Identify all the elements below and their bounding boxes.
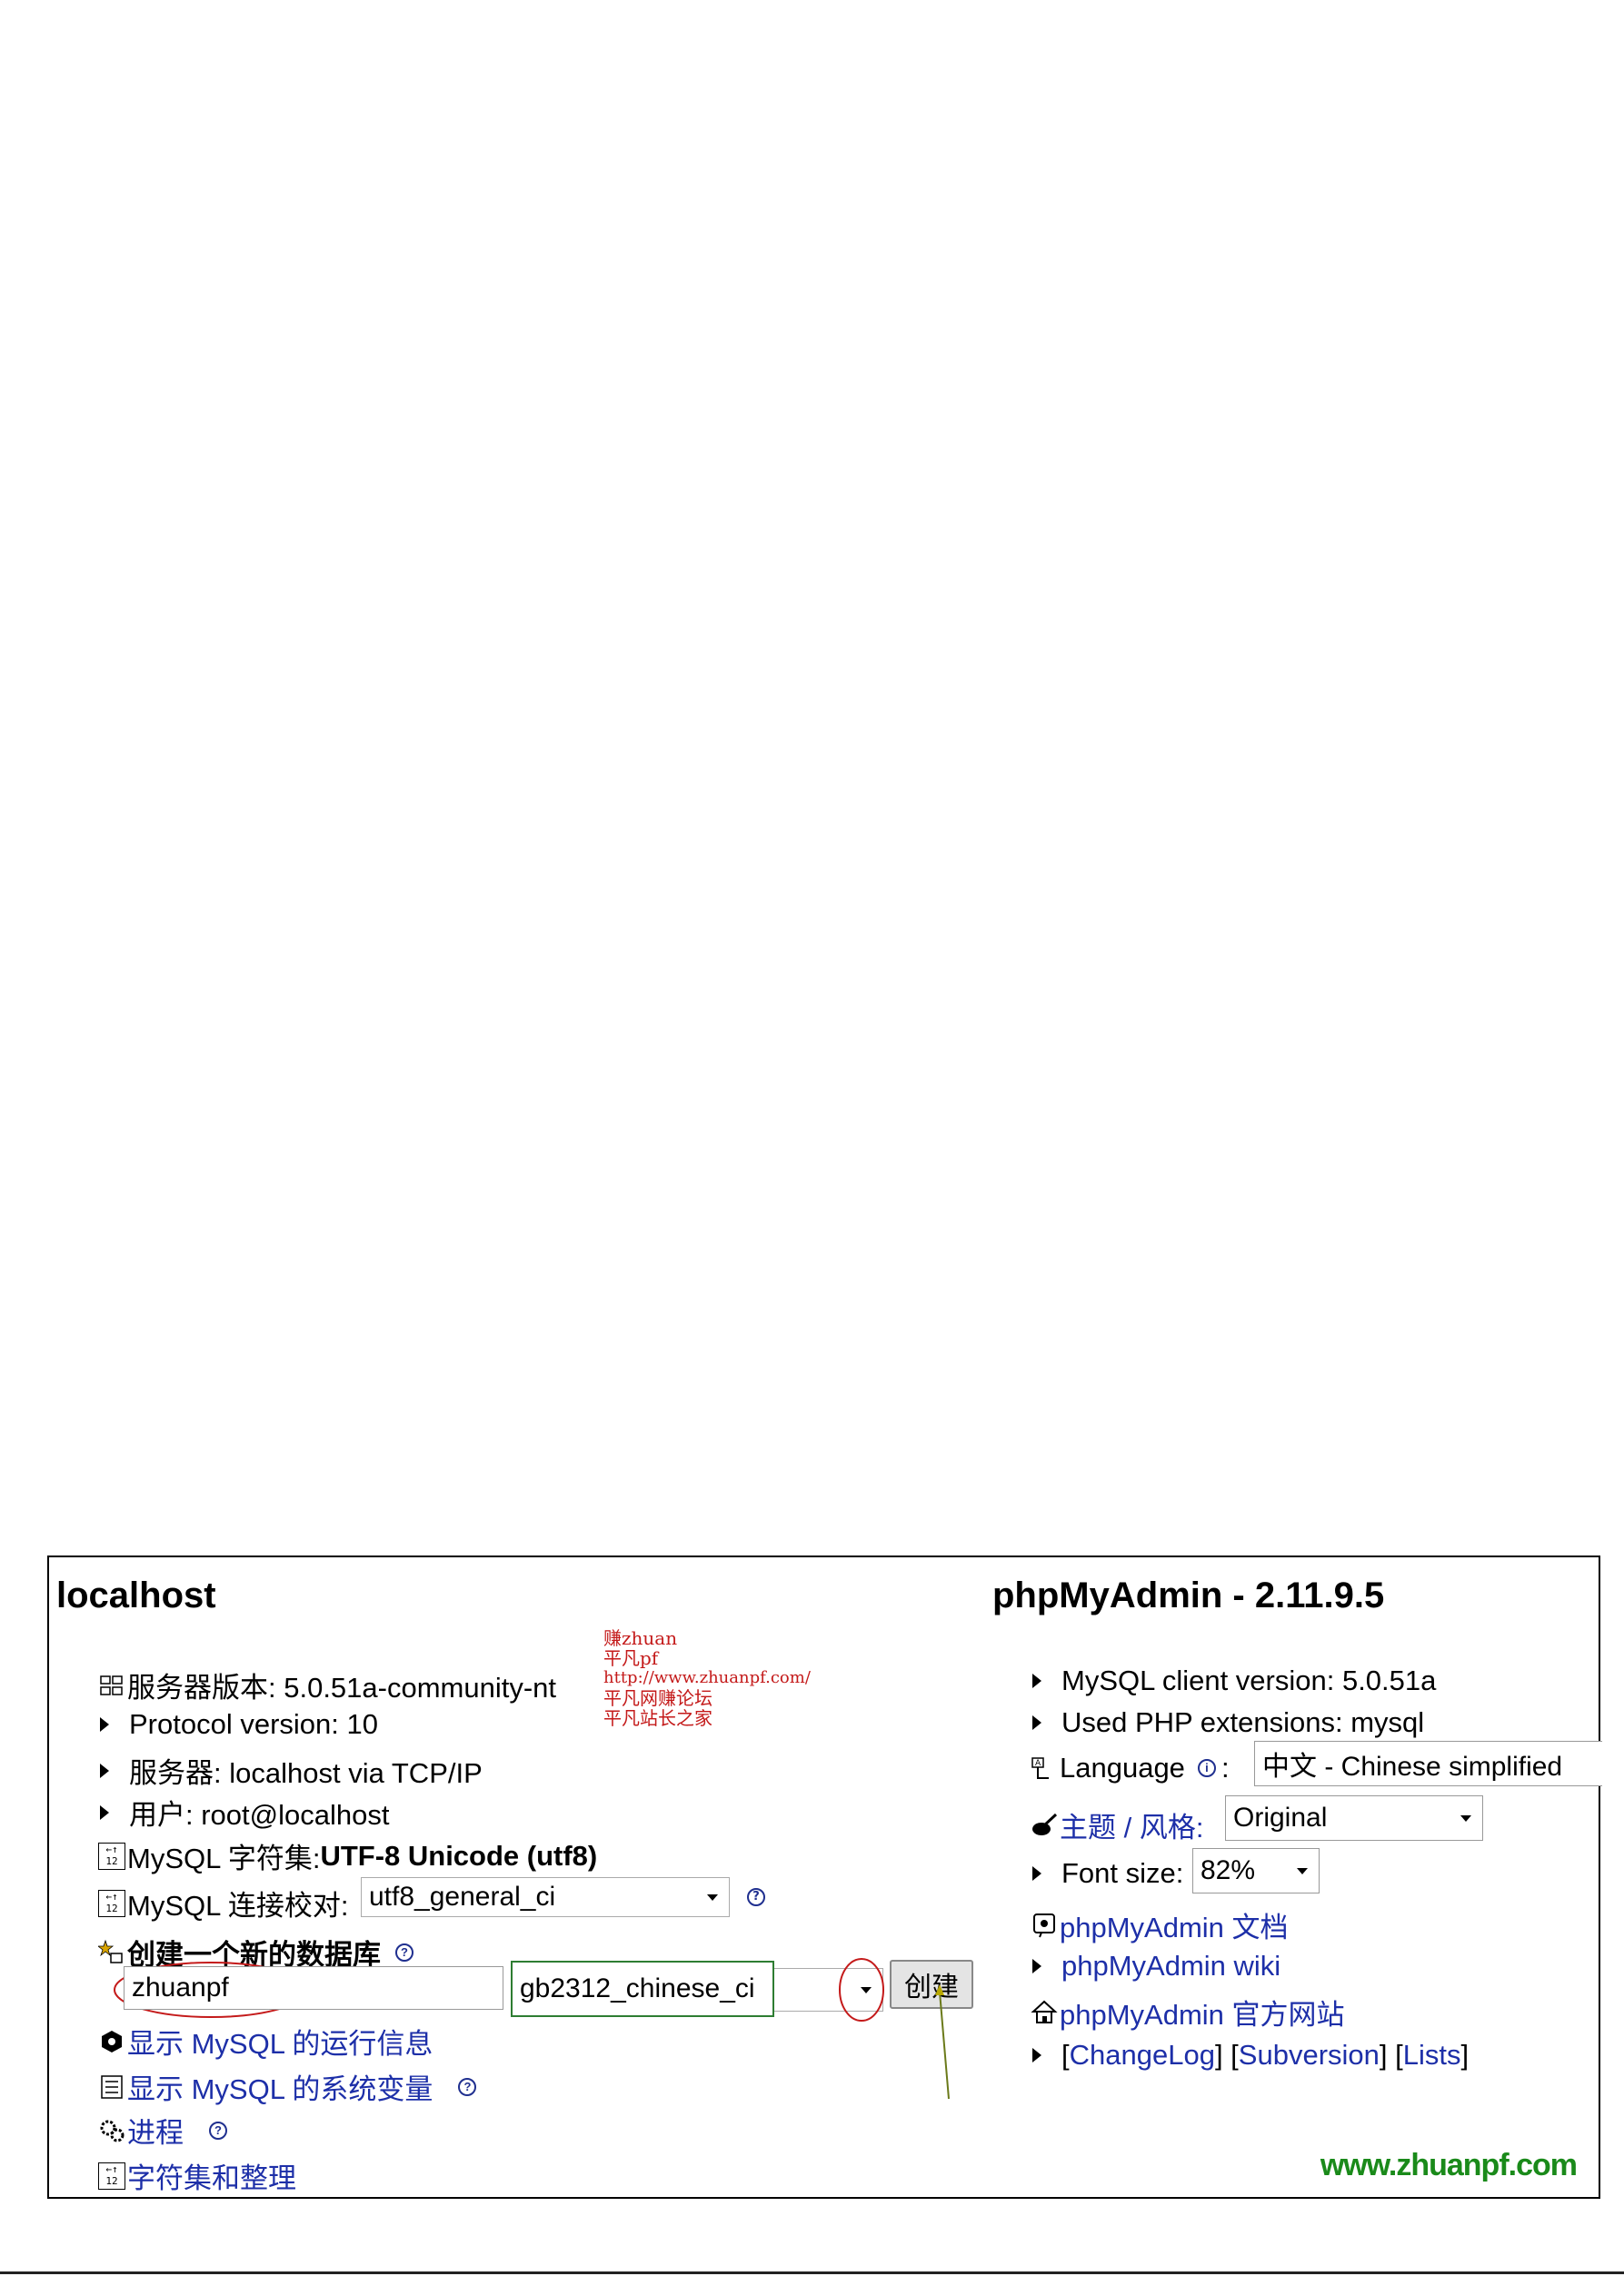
server-title: localhost bbox=[56, 1575, 216, 1615]
wiki-row[interactable]: phpMyAdmin wiki bbox=[1032, 1950, 1280, 1983]
svg-text:A: A bbox=[1035, 1759, 1041, 1768]
annotation-arrow bbox=[931, 1984, 958, 2102]
paintbrush-icon bbox=[1031, 1812, 1058, 1839]
language-label: Language bbox=[1060, 1752, 1185, 1784]
theme-row: 主题 / 风格: bbox=[1031, 1804, 1203, 1845]
new-db-name-value: zhuanpf bbox=[132, 1973, 229, 2003]
font-size-label: Font size: bbox=[1061, 1857, 1184, 1889]
variables-icon bbox=[98, 2073, 125, 2101]
user-row: 用户: root@localhost bbox=[100, 1792, 389, 1833]
bullet-arrow-icon bbox=[1032, 1959, 1041, 1973]
charsets-row[interactable]: ←↑ 12 字符集和整理 bbox=[98, 2155, 296, 2196]
collation-row: ←↑ 12 MySQL 连接校对: bbox=[98, 1883, 348, 1923]
new-db-collation-value: gb2312_chinese_ci bbox=[520, 1973, 755, 2003]
charsets-link[interactable]: 字符集和整理 bbox=[127, 2155, 296, 2196]
charset-value: UTF-8 Unicode (utf8) bbox=[320, 1839, 598, 1872]
show-variables-row[interactable]: 显示 MySQL 的系统变量 ? bbox=[98, 2066, 477, 2107]
theme-select[interactable]: Original bbox=[1225, 1795, 1483, 1841]
show-variables-link[interactable]: 显示 MySQL 的系统变量 bbox=[127, 2066, 433, 2107]
language-select[interactable]: 中文 - Chinese simplified bbox=[1254, 1741, 1602, 1786]
changelog-link[interactable]: ChangeLog bbox=[1070, 2039, 1215, 2072]
charset-label: MySQL 字符集: bbox=[127, 1843, 321, 1874]
docs-row[interactable]: phpMyAdmin 文档 bbox=[1031, 1904, 1289, 1945]
php-ext-row: Used PHP extensions: mysql bbox=[1032, 1706, 1424, 1739]
server-version-text: 服务器版本: 5.0.51a-community-nt bbox=[127, 1672, 557, 1704]
theme-select-value: Original bbox=[1233, 1803, 1328, 1833]
chevron-down-icon bbox=[707, 1894, 718, 1901]
bullet-arrow-icon bbox=[1032, 1715, 1041, 1730]
server-row: 服务器: localhost via TCP/IP bbox=[100, 1750, 483, 1791]
bullet-arrow-icon bbox=[1032, 2048, 1041, 2062]
theme-label[interactable]: 主题 / 风格: bbox=[1060, 1804, 1203, 1845]
app-title: phpMyAdmin - 2.11.9.5 bbox=[992, 1575, 1385, 1615]
document-icon bbox=[1031, 1912, 1058, 1939]
show-status-link[interactable]: 显示 MySQL 的运行信息 bbox=[127, 2021, 433, 2062]
bullet-arrow-icon bbox=[1032, 1866, 1041, 1881]
charsets-icon: ←↑ 12 bbox=[98, 2162, 125, 2190]
new-db-collation-select[interactable]: gb2312_chinese_ci bbox=[511, 1961, 774, 2017]
chevron-down-icon bbox=[1460, 1815, 1471, 1822]
protocol-row: Protocol version: 10 bbox=[100, 1708, 378, 1741]
lists-link[interactable]: Lists bbox=[1403, 2039, 1461, 2072]
bullet-arrow-icon bbox=[100, 1804, 109, 1820]
chevron-down-icon bbox=[1297, 1868, 1308, 1874]
collation-select[interactable]: utf8_general_ci bbox=[361, 1877, 730, 1917]
bullet-arrow-icon bbox=[100, 1717, 109, 1732]
collation-label: MySQL 连接校对: bbox=[127, 1890, 349, 1922]
resources-row: [ChangeLog] [Subversion] [Lists] bbox=[1032, 2039, 1469, 2072]
help-icon[interactable]: ? bbox=[395, 1943, 413, 1962]
client-version-row: MySQL client version: 5.0.51a bbox=[1032, 1665, 1436, 1697]
official-row[interactable]: phpMyAdmin 官方网站 bbox=[1031, 1992, 1345, 2033]
processes-link[interactable]: 进程 bbox=[127, 2110, 184, 2151]
help-icon[interactable]: ? bbox=[747, 1888, 765, 1906]
help-icon[interactable]: ? bbox=[458, 2077, 477, 2096]
subversion-link[interactable]: Subversion bbox=[1239, 2039, 1380, 2072]
user-text: 用户: root@localhost bbox=[129, 1799, 390, 1831]
bullet-arrow-icon bbox=[1032, 1674, 1041, 1688]
charset-icon: ←↑ 12 bbox=[98, 1842, 125, 1870]
brand-watermark: www.zhuanpf.com bbox=[1320, 2148, 1578, 2182]
language-row: A Language i : bbox=[1031, 1752, 1230, 1784]
processes-row[interactable]: 进程 ? bbox=[98, 2110, 227, 2151]
gears-icon bbox=[98, 2117, 125, 2144]
wiki-link[interactable]: phpMyAdmin wiki bbox=[1061, 1950, 1280, 1983]
charset-row: ←↑ 12 MySQL 字符集: UTF-8 Unicode (utf8) bbox=[98, 1835, 597, 1876]
docs-link[interactable]: phpMyAdmin 文档 bbox=[1060, 1904, 1289, 1945]
collation-icon: ←↑ 12 bbox=[98, 1889, 125, 1917]
new-db-name-input[interactable]: zhuanpf bbox=[124, 1966, 503, 2010]
font-size-select-value: 82% bbox=[1201, 1855, 1256, 1885]
server-text: 服务器: localhost via TCP/IP bbox=[129, 1757, 483, 1789]
server-version-row: 服务器版本: 5.0.51a-community-nt bbox=[98, 1665, 556, 1705]
php-ext-text: Used PHP extensions: mysql bbox=[1061, 1706, 1425, 1738]
phpmyadmin-home-panel: localhost 服务器版本: 5.0.51a-community-nt Pr… bbox=[47, 1556, 1602, 2199]
font-size-select[interactable]: 82% bbox=[1192, 1848, 1320, 1893]
home-icon bbox=[1031, 1999, 1058, 2026]
server-icon bbox=[98, 1672, 125, 1699]
protocol-text: Protocol version: 10 bbox=[129, 1708, 378, 1740]
language-icon: A bbox=[1031, 1754, 1058, 1782]
language-select-value: 中文 - Chinese simplified bbox=[1262, 1752, 1563, 1782]
show-status-row[interactable]: 显示 MySQL 的运行信息 bbox=[98, 2021, 433, 2062]
font-size-row: Font size: bbox=[1032, 1857, 1183, 1890]
dropdown-annotation-ellipse bbox=[836, 1955, 887, 2024]
help-icon[interactable]: ? bbox=[209, 2121, 227, 2140]
bullet-arrow-icon bbox=[100, 1763, 109, 1778]
bottom-divider bbox=[0, 2271, 1624, 2274]
official-site-link[interactable]: phpMyAdmin 官方网站 bbox=[1060, 1992, 1345, 2033]
info-icon[interactable]: i bbox=[1197, 1759, 1216, 1777]
watermark-text: 赚zhuan 平凡pf http://www.zhuanpf.com/ 平凡网赚… bbox=[603, 1627, 811, 1729]
status-icon bbox=[98, 2028, 125, 2055]
client-version-text: MySQL client version: 5.0.51a bbox=[1061, 1665, 1437, 1696]
collation-select-value: utf8_general_ci bbox=[369, 1882, 556, 1912]
